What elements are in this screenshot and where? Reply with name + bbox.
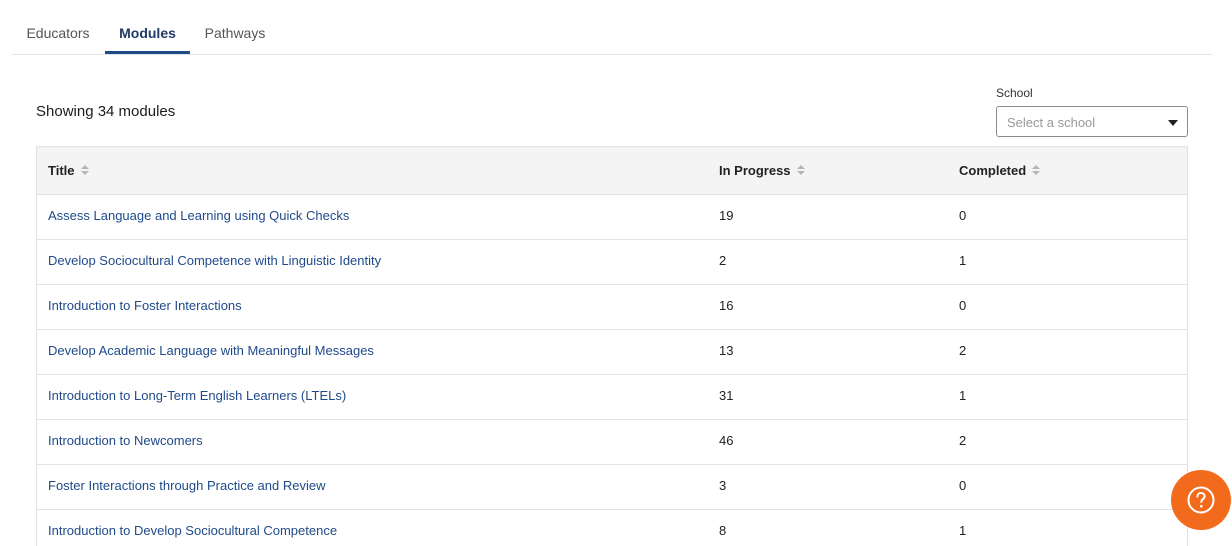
help-button[interactable]: [1171, 470, 1231, 530]
completed-count: 1: [959, 523, 967, 538]
column-header-label: Completed: [959, 163, 1027, 178]
help-icon: [1187, 486, 1215, 514]
tab-pathways[interactable]: Pathways: [192, 0, 278, 54]
completed-count: 0: [959, 478, 967, 493]
chevron-down-icon: [1168, 120, 1178, 126]
table-row: Introduction to Foster Interactions 16 0: [37, 285, 1187, 330]
column-header-label: In Progress: [719, 163, 791, 178]
modules-table: Title In Progress Completed Assess Langu…: [36, 146, 1188, 546]
table-row: Introduction to Develop Sociocultural Co…: [37, 510, 1187, 546]
column-header-title[interactable]: Title: [48, 147, 89, 194]
tab-educators[interactable]: Educators: [12, 0, 104, 54]
column-header-completed[interactable]: Completed: [959, 147, 1041, 194]
in-progress-count: 16: [719, 298, 734, 313]
in-progress-count: 46: [719, 433, 734, 448]
completed-count: 2: [959, 433, 967, 448]
module-title-link[interactable]: Introduction to Develop Sociocultural Co…: [48, 510, 337, 546]
completed-count: 1: [959, 388, 967, 403]
in-progress-count: 3: [719, 478, 727, 493]
module-title-link[interactable]: Introduction to Long-Term English Learne…: [48, 375, 346, 419]
tab-modules[interactable]: Modules: [105, 0, 190, 54]
module-title-link[interactable]: Assess Language and Learning using Quick…: [48, 195, 349, 239]
tab-bar: Educators Modules Pathways: [12, 0, 1212, 55]
in-progress-count: 19: [719, 208, 734, 223]
module-title-link[interactable]: Develop Sociocultural Competence with Li…: [48, 240, 381, 284]
sort-icon: [80, 164, 89, 177]
in-progress-count: 2: [719, 253, 727, 268]
sort-icon: [796, 164, 805, 177]
sort-icon: [1032, 164, 1041, 177]
result-count: Showing 34 modules: [36, 103, 176, 120]
in-progress-count: 13: [719, 343, 734, 358]
module-title-link[interactable]: Foster Interactions through Practice and…: [48, 465, 325, 509]
school-select[interactable]: Select a school: [996, 106, 1188, 137]
table-row: Introduction to Long-Term English Learne…: [37, 375, 1187, 420]
completed-count: 0: [959, 298, 967, 313]
completed-count: 1: [959, 253, 967, 268]
module-title-link[interactable]: Introduction to Newcomers: [48, 420, 203, 464]
table-header: Title In Progress Completed: [37, 147, 1187, 195]
school-select-placeholder: Select a school: [1007, 115, 1096, 130]
table-row: Develop Sociocultural Competence with Li…: [37, 240, 1187, 285]
column-header-in-progress[interactable]: In Progress: [719, 147, 805, 194]
page: Educators Modules Pathways Showing 34 mo…: [0, 0, 1232, 546]
module-title-link[interactable]: Introduction to Foster Interactions: [48, 285, 242, 329]
table-row: Develop Academic Language with Meaningfu…: [37, 330, 1187, 375]
module-title-link[interactable]: Develop Academic Language with Meaningfu…: [48, 330, 374, 374]
table-row: Foster Interactions through Practice and…: [37, 465, 1187, 510]
completed-count: 0: [959, 208, 967, 223]
in-progress-count: 8: [719, 523, 727, 538]
table-row: Assess Language and Learning using Quick…: [37, 195, 1187, 240]
school-filter-label: School: [996, 86, 1033, 100]
column-header-label: Title: [48, 163, 75, 178]
completed-count: 2: [959, 343, 967, 358]
in-progress-count: 31: [719, 388, 734, 403]
table-row: Introduction to Newcomers 46 2: [37, 420, 1187, 465]
